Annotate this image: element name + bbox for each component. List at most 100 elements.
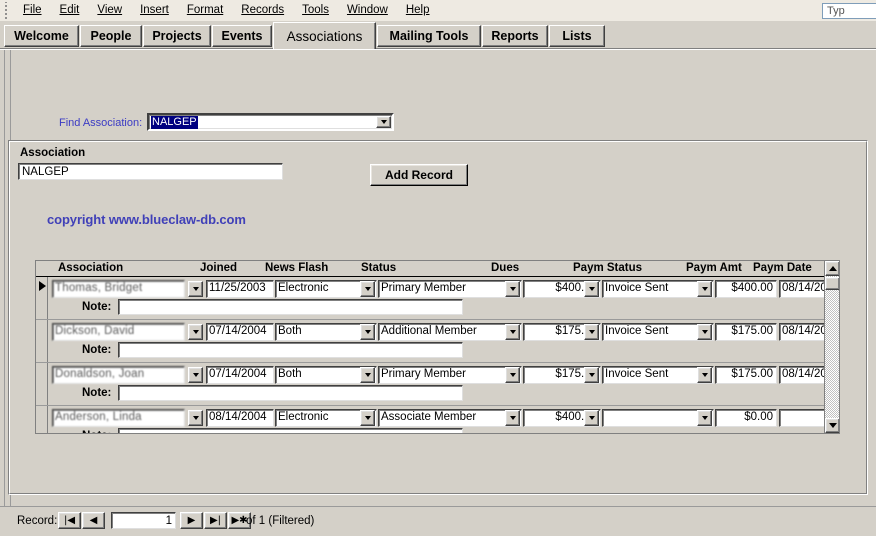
column-header-news-flash[interactable]: News Flash (265, 262, 328, 275)
menu-item-view[interactable]: View (88, 1, 131, 20)
cell-note[interactable] (118, 342, 463, 358)
first-record-button[interactable]: |◀ (58, 512, 81, 529)
cell-association[interactable]: Anderson, Linda (52, 409, 185, 427)
menu-item-insert[interactable]: Insert (131, 1, 178, 20)
cell-status[interactable]: Associate Member (378, 409, 522, 427)
table-row[interactable]: Donaldson, Joan 07/14/2004 Both Primary … (36, 363, 826, 406)
cell-joined[interactable]: 08/14/2004 (206, 409, 274, 427)
column-header-paym-date[interactable]: Paym Date (753, 262, 812, 275)
cell-paym-amt[interactable]: $0.00 (715, 409, 777, 427)
menu-item-format[interactable]: Format (178, 1, 232, 20)
current-record-input[interactable]: 1 (111, 512, 176, 529)
menu-item-window[interactable]: Window (338, 1, 397, 20)
tab-associations[interactable]: Associations (273, 22, 376, 49)
scroll-down-button[interactable] (825, 418, 839, 433)
next-record-button[interactable]: ▶ (180, 512, 203, 529)
ask-a-question-input[interactable]: Typ (822, 3, 876, 19)
menu-item-edit[interactable]: Edit (51, 1, 89, 20)
column-header-joined[interactable]: Joined (200, 262, 237, 275)
chevron-down-icon[interactable] (360, 367, 375, 383)
tab-people[interactable]: People (80, 25, 142, 47)
menu-item-tools[interactable]: Tools (293, 1, 338, 20)
table-row[interactable]: Thomas, Bridget 11/25/2003 Electronic Pr… (36, 277, 826, 320)
menu-item-view-label: View (97, 4, 123, 16)
menu-drag-handle[interactable] (2, 2, 11, 19)
tab-strip: Welcome People Projects Events Associati… (0, 21, 876, 50)
cell-status[interactable]: Additional Member (378, 323, 522, 341)
cell-note[interactable] (118, 299, 463, 315)
scrollbar-thumb[interactable] (825, 277, 839, 290)
tab-events[interactable]: Events (212, 25, 272, 47)
subform-vertical-scrollbar[interactable] (824, 261, 839, 433)
menu-item-file[interactable]: File (14, 1, 51, 20)
chevron-down-icon[interactable] (360, 410, 375, 426)
tab-welcome[interactable]: Welcome (4, 25, 79, 47)
associations-subform: Association Joined News Flash Status Due… (35, 260, 840, 434)
record-selector-current[interactable] (36, 277, 48, 319)
chevron-down-icon[interactable] (584, 410, 599, 426)
cell-joined[interactable]: 07/14/2004 (206, 323, 274, 341)
note-label: Note: (82, 344, 112, 356)
cell-paym-amt[interactable]: $175.00 (715, 366, 777, 384)
chevron-down-icon[interactable] (188, 324, 203, 340)
menu-item-help[interactable]: Help (397, 1, 439, 20)
record-selector[interactable] (36, 406, 48, 433)
cell-status[interactable]: Primary Member (378, 366, 522, 384)
column-header-paym-status[interactable]: Paym Status (573, 262, 642, 275)
cell-paym-date[interactable]: 08/14/2004 (779, 323, 826, 341)
chevron-down-icon[interactable] (505, 281, 520, 297)
chevron-down-icon[interactable] (360, 324, 375, 340)
cell-note[interactable] (118, 428, 463, 433)
chevron-down-icon[interactable] (697, 410, 712, 426)
previous-record-button[interactable]: ◀ (82, 512, 105, 529)
table-row[interactable]: Anderson, Linda 08/14/2004 Electronic As… (36, 406, 826, 433)
cell-association[interactable]: Donaldson, Joan (52, 366, 185, 384)
chevron-down-icon[interactable] (584, 281, 599, 297)
cell-paym-amt[interactable]: $400.00 (715, 280, 777, 298)
table-row[interactable]: Dickson, David 07/14/2004 Both Additiona… (36, 320, 826, 363)
chevron-down-icon[interactable] (697, 324, 712, 340)
scroll-up-button[interactable] (825, 261, 839, 276)
menu-item-records-label: Records (241, 4, 285, 16)
tab-mailing-tools[interactable]: Mailing Tools (377, 25, 481, 47)
association-name-field[interactable]: NALGEP (18, 163, 283, 180)
menu-item-records[interactable]: Records (232, 1, 293, 20)
add-record-button[interactable]: Add Record (370, 164, 468, 186)
chevron-down-icon[interactable] (505, 367, 520, 383)
chevron-down-icon[interactable] (360, 281, 375, 297)
chevron-down-icon[interactable] (505, 324, 520, 340)
cell-joined[interactable]: 11/25/2003 (206, 280, 274, 298)
tab-reports[interactable]: Reports (482, 25, 548, 47)
menu-item-tools-label: Tools (302, 4, 329, 16)
column-header-paym-amt[interactable]: Paym Amt (686, 262, 742, 275)
chevron-down-icon[interactable] (584, 367, 599, 383)
cell-joined[interactable]: 07/14/2004 (206, 366, 274, 384)
record-selector[interactable] (36, 320, 48, 362)
cell-status[interactable]: Primary Member (378, 280, 522, 298)
chevron-down-icon[interactable] (697, 367, 712, 383)
chevron-down-icon[interactable] (697, 281, 712, 297)
cell-note[interactable] (118, 385, 463, 401)
cell-association[interactable]: Dickson, David (52, 323, 185, 341)
chevron-down-icon[interactable] (188, 410, 203, 426)
chevron-down-icon[interactable] (584, 324, 599, 340)
chevron-down-icon[interactable] (376, 116, 391, 128)
cell-paym-date[interactable]: 08/14/2004 (779, 280, 826, 298)
chevron-down-icon[interactable] (188, 367, 203, 383)
column-header-association[interactable]: Association (58, 262, 123, 275)
find-association-combo[interactable]: NALGEP (147, 113, 394, 131)
record-selector[interactable] (36, 363, 48, 405)
chevron-down-icon[interactable] (505, 410, 520, 426)
column-header-status[interactable]: Status (361, 262, 396, 275)
column-header-dues[interactable]: Dues (491, 262, 519, 275)
cell-association[interactable]: Thomas, Bridget (52, 280, 185, 298)
cell-paym-date[interactable] (779, 409, 826, 427)
tab-projects[interactable]: Projects (143, 25, 211, 47)
cell-paym-amt[interactable]: $175.00 (715, 323, 777, 341)
find-association-label: Find Association: (59, 117, 143, 129)
cell-paym-date[interactable]: 08/14/2004 (779, 366, 826, 384)
datasheet-header-row: Association Joined News Flash Status Due… (36, 261, 839, 277)
last-record-button[interactable]: ▶| (204, 512, 227, 529)
chevron-down-icon[interactable] (188, 281, 203, 297)
tab-lists[interactable]: Lists (549, 25, 605, 47)
